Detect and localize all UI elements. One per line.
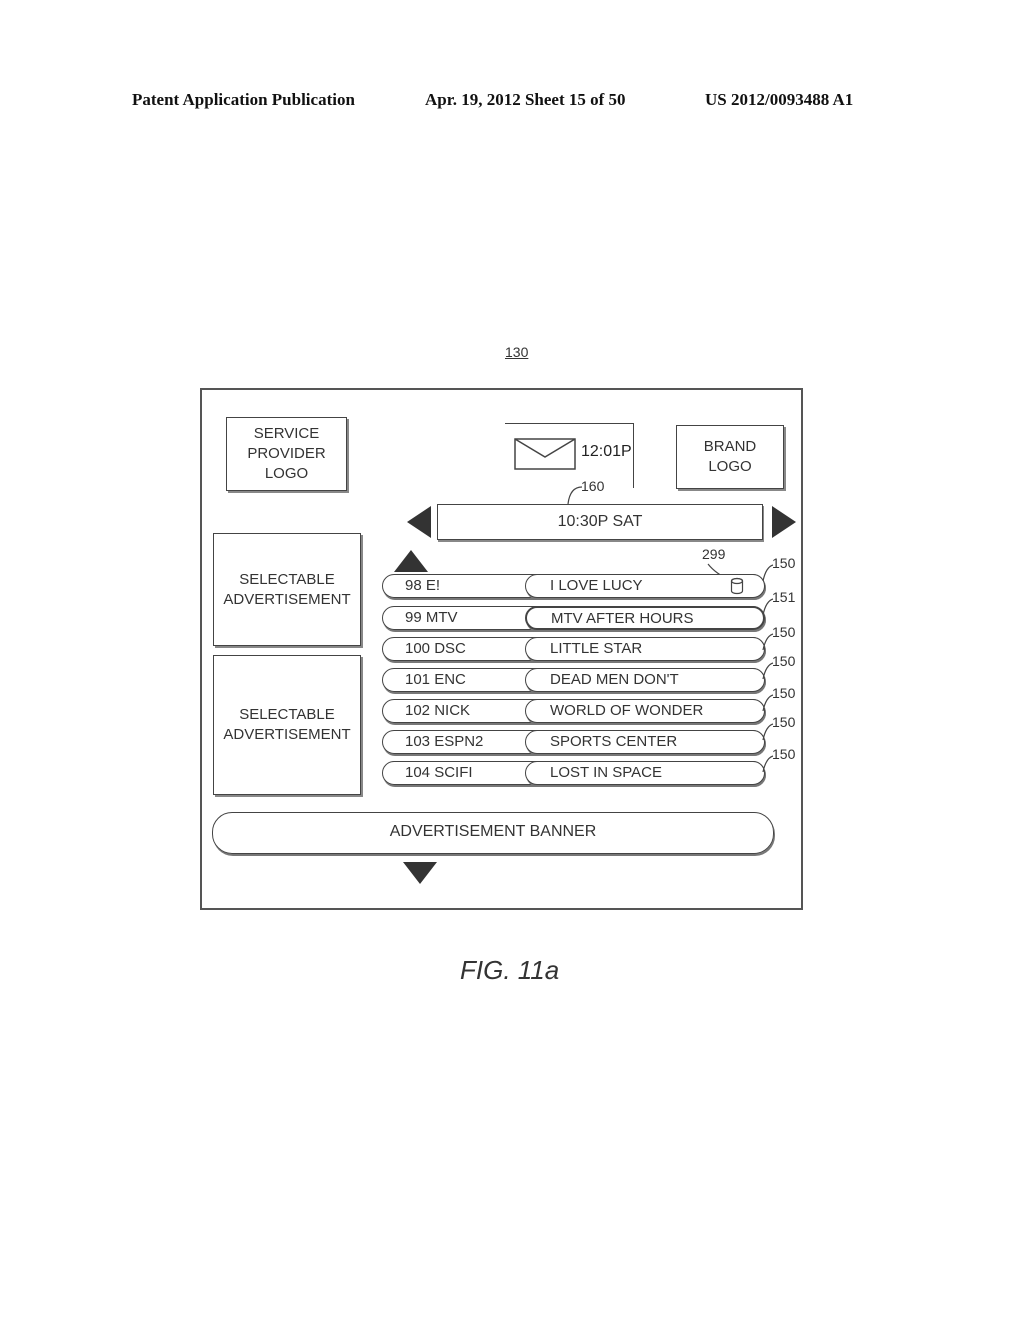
advertisement-banner[interactable]: ADVERTISEMENT BANNER: [212, 812, 774, 854]
selectable-advertisement-1[interactable]: SELECTABLE ADVERTISEMENT: [213, 533, 361, 646]
listing-row[interactable]: 101 ENC DEAD MEN DON'T: [382, 668, 765, 692]
clock-panel-right-edge: [633, 423, 634, 488]
time-forward-arrow-icon[interactable]: [772, 506, 796, 538]
reminder-icon: [730, 577, 744, 595]
clock-time: 12:01P: [581, 443, 632, 460]
brand-logo-line1: BRAND: [703, 438, 757, 455]
listing-leader-line: [762, 598, 774, 616]
reminder-ref: 299: [702, 546, 726, 562]
clock-panel-top-edge: [505, 423, 634, 424]
listing-row[interactable]: 100 DSC LITTLE STAR: [382, 637, 765, 661]
time-bar-leader-line: [567, 486, 583, 505]
program-cell[interactable]: I LOVE LUCY: [525, 574, 765, 598]
program-cell[interactable]: SPORTS CENTER: [525, 730, 765, 754]
program-cell[interactable]: LOST IN SPACE: [525, 761, 765, 785]
listing-leader-line: [762, 755, 774, 773]
channel-label: 100 DSC: [405, 640, 466, 657]
channel-label: 99 MTV: [405, 609, 458, 626]
advertisement-banner-label: ADVERTISEMENT BANNER: [389, 823, 597, 840]
ad-2-line1: SELECTABLE: [239, 706, 335, 723]
ad-1-line1: SELECTABLE: [239, 570, 335, 588]
listing-leader-line: [762, 723, 774, 741]
service-provider-logo-line3: LOGO: [264, 465, 309, 482]
time-bar-label: 10:30P SAT: [557, 513, 643, 530]
listing-row[interactable]: 104 SCIFI LOST IN SPACE: [382, 761, 765, 785]
program-title: I LOVE LUCY: [550, 577, 643, 594]
program-cell[interactable]: MTV AFTER HOURS: [525, 606, 765, 630]
listing-leader-line: [762, 633, 774, 651]
listing-row[interactable]: 102 NICK WORLD OF WONDER: [382, 699, 765, 723]
program-title: WORLD OF WONDER: [550, 702, 704, 719]
program-title: SPORTS CENTER: [550, 733, 678, 750]
program-cell[interactable]: WORLD OF WONDER: [525, 699, 765, 723]
listing-row[interactable]: 103 ESPN2 SPORTS CENTER: [382, 730, 765, 754]
listing-leader-line: [762, 662, 774, 680]
channel-label: 101 ENC: [405, 671, 466, 688]
scroll-up-arrow-icon[interactable]: [394, 550, 428, 572]
channel-label: 104 SCIFI: [405, 764, 473, 781]
program-title: MTV AFTER HOURS: [551, 610, 694, 627]
figure-caption: FIG. 11a: [460, 955, 560, 985]
brand-logo: BRAND LOGO: [676, 425, 784, 489]
ad-1-line2: ADVERTISEMENT: [223, 590, 351, 608]
service-provider-logo-line1: SERVICE: [253, 425, 320, 442]
brand-logo-line2: LOGO: [708, 458, 752, 475]
program-cell[interactable]: DEAD MEN DON'T: [525, 668, 765, 692]
listing-row[interactable]: 98 E! I LOVE LUCY: [382, 574, 765, 598]
program-title: DEAD MEN DON'T: [550, 671, 679, 688]
time-bar: 10:30P SAT: [437, 504, 763, 540]
program-cell[interactable]: LITTLE STAR: [525, 637, 765, 661]
scroll-down-arrow-icon[interactable]: [403, 862, 437, 884]
figure-ref-number: 130: [505, 344, 529, 360]
program-title: LITTLE STAR: [550, 640, 643, 657]
patent-number: US 2012/0093488 A1: [705, 90, 854, 109]
listing-row[interactable]: 99 MTV MTV AFTER HOURS: [382, 606, 765, 630]
channel-label: 102 NICK: [405, 702, 471, 719]
service-provider-logo-line2: PROVIDER: [247, 445, 326, 462]
ad-2-line2: ADVERTISEMENT: [223, 726, 351, 743]
selectable-advertisement-2[interactable]: SELECTABLE ADVERTISEMENT: [213, 655, 361, 795]
listing-leader-line: [762, 694, 774, 712]
envelope-icon[interactable]: [514, 438, 578, 472]
channel-label: 103 ESPN2: [405, 733, 484, 750]
publication-type: Patent Application Publication: [132, 90, 355, 109]
program-title: LOST IN SPACE: [550, 764, 662, 781]
publication-date-sheet: Apr. 19, 2012 Sheet 15 of 50: [425, 90, 626, 109]
listing-leader-line: [762, 564, 774, 582]
time-back-arrow-icon[interactable]: [407, 506, 431, 538]
channel-label: 98 E!: [405, 577, 441, 594]
service-provider-logo: SERVICE PROVIDER LOGO: [226, 417, 347, 491]
